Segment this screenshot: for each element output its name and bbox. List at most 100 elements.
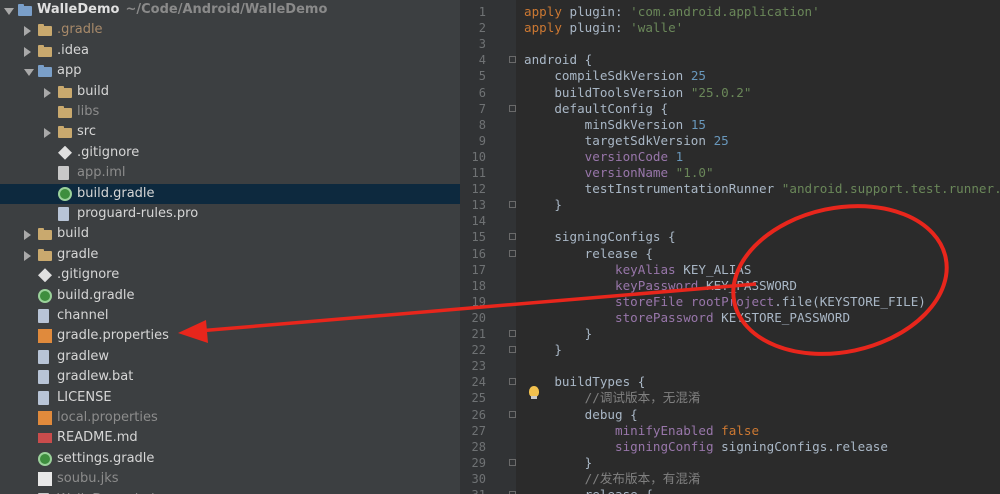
line-number: 9 — [478, 133, 486, 148]
code-token: 'com.android.application' — [630, 4, 820, 19]
line-number: 30 — [471, 471, 486, 486]
tree-item-gradlew-bat[interactable]: gradlew.bat — [0, 367, 460, 387]
tree-item-build-gradle[interactable]: build.gradle — [0, 183, 460, 204]
code-line: compileSdkVersion 25 — [524, 68, 706, 84]
intention-bulb-icon[interactable] — [529, 386, 539, 399]
code-token: debug { — [524, 406, 638, 422]
tree-item-gradlew[interactable]: gradlew — [0, 347, 460, 367]
tree-item-build[interactable]: build — [0, 224, 460, 244]
tree-item-label: local.properties — [57, 410, 158, 425]
chevron-down-icon[interactable] — [4, 8, 14, 15]
tree-item-label: LICENSE — [57, 389, 112, 405]
tree-item-gradle[interactable]: gradle — [0, 245, 460, 265]
tree-item-build[interactable]: build — [0, 82, 460, 102]
line-number: 28 — [471, 439, 486, 454]
chevron-right-icon[interactable] — [24, 250, 31, 261]
code-token: buildTypes { — [524, 374, 646, 390]
fold-marker-icon[interactable] — [509, 104, 516, 112]
code-line: } — [524, 455, 593, 471]
code-token: 'walle' — [630, 20, 684, 36]
tree-item-label: gradle.properties — [57, 328, 169, 344]
gradle-file-icon — [58, 186, 72, 201]
line-number: 23 — [471, 359, 486, 374]
code-token: "1.0" — [675, 165, 714, 180]
code-token: defaultConfig { — [524, 100, 669, 116]
tree-item-gitignore[interactable]: .gitignore — [0, 143, 460, 163]
tree-item-label: src — [77, 124, 96, 140]
fold-marker-icon[interactable] — [509, 330, 516, 337]
tree-item-libs[interactable]: libs — [0, 102, 460, 122]
tree-item-channel[interactable]: channel — [0, 306, 460, 326]
chevron-right-icon[interactable] — [24, 230, 31, 241]
text-file-icon — [38, 390, 49, 405]
tree-item-gradle-properties[interactable]: gradle.properties — [0, 326, 460, 346]
line-number: 1 — [478, 5, 486, 19]
tree-item-readme-md[interactable]: README.md — [0, 428, 460, 448]
code-token: release { — [524, 487, 653, 494]
markdown-file-icon — [38, 433, 52, 444]
fold-marker-icon[interactable] — [509, 233, 516, 241]
line-number: 31 — [460, 487, 486, 494]
code-line: minSdkVersion 15 — [524, 117, 706, 133]
tree-item-label: .idea — [57, 42, 89, 58]
tree-item-app[interactable]: app — [0, 61, 460, 81]
line-number: 29 — [471, 455, 486, 470]
code-token: apply — [524, 4, 570, 19]
fold-marker-icon[interactable] — [509, 410, 516, 418]
fold-marker-icon[interactable] — [509, 458, 516, 466]
fold-marker-icon[interactable] — [509, 56, 516, 64]
code-token: testInstrumentationRunner — [524, 181, 782, 197]
code-line: keyAlias KEY_ALIAS — [524, 261, 752, 278]
code-line: storePassword KEYSTORE_PASSWORD — [524, 310, 850, 326]
tree-item-label: libs — [77, 104, 100, 119]
code-token: false — [721, 422, 760, 438]
chevron-down-icon[interactable] — [24, 69, 34, 77]
tree-item-soubu-jks[interactable]: soubu.jks — [0, 469, 460, 489]
tree-item-settings-gradle[interactable]: settings.gradle — [0, 449, 460, 469]
fold-marker-icon[interactable] — [509, 378, 516, 386]
code-token: compileSdkVersion — [524, 68, 691, 84]
tree-item-walledemo-iml[interactable]: WalleDemo.iml — [0, 490, 460, 494]
tree-item-label: gradlew — [57, 348, 110, 364]
tree-item-gradle[interactable]: .gradle — [0, 20, 460, 40]
gradle-file-icon — [38, 451, 52, 466]
code-token: android { — [524, 52, 593, 68]
fold-marker-icon[interactable] — [509, 249, 516, 257]
module-folder-icon — [38, 64, 52, 78]
tree-item-label: gradlew.bat — [57, 369, 134, 385]
tree-item-license[interactable]: LICENSE — [0, 388, 460, 408]
code-token: KEYSTORE_PASSWORD — [721, 309, 851, 325]
text-file-icon — [38, 309, 49, 323]
code-token: } — [524, 342, 562, 358]
folder-icon — [58, 85, 72, 99]
line-number: 3 — [478, 37, 486, 52]
code-token: KEY_ALIAS — [683, 261, 752, 277]
line-number: 20 — [471, 310, 486, 325]
folder-icon — [58, 125, 72, 139]
code-token: } — [524, 197, 562, 213]
code-editor[interactable]: 1 2 3 4 5 6 7 8 9 10 11 12 13 14 15 16 17 18 19 20 21 22 23 24 2… — [460, 0, 1000, 494]
tree-item-proguard-rules-pro[interactable]: proguard-rules.pro — [0, 204, 460, 224]
chevron-right-icon[interactable] — [44, 128, 51, 139]
tree-item-app-iml[interactable]: app.iml — [0, 163, 460, 183]
chevron-right-icon[interactable] — [44, 87, 51, 98]
code-token: .file(KEYSTORE_FILE) — [774, 293, 926, 309]
tree-item-gitignore[interactable]: .gitignore — [0, 265, 460, 285]
tree-item-label: proguard-rules.pro — [77, 206, 199, 221]
tree-item-idea[interactable]: .idea — [0, 41, 460, 61]
tree-item-src[interactable]: src — [0, 122, 460, 142]
chevron-right-icon[interactable] — [24, 26, 31, 37]
line-number: 21 — [471, 327, 486, 341]
code-token: minSdkVersion — [524, 116, 691, 132]
tree-item-walledemo[interactable]: WalleDemo ~/Code/Android/WalleDemo — [0, 0, 460, 20]
tree-item-local-properties[interactable]: local.properties — [0, 408, 460, 428]
line-number: 5 — [478, 69, 486, 84]
tree-item-build-gradle[interactable]: build.gradle — [0, 286, 460, 306]
fold-marker-icon[interactable] — [509, 346, 516, 354]
code-token: KEY_PASSWORD — [705, 277, 797, 293]
tree-item-label: gradle — [57, 246, 99, 262]
chevron-right-icon[interactable] — [24, 46, 31, 57]
folder-icon — [38, 248, 52, 262]
fold-marker-icon[interactable] — [509, 201, 516, 209]
code-line: keyPassword KEY_PASSWORD — [524, 278, 797, 294]
